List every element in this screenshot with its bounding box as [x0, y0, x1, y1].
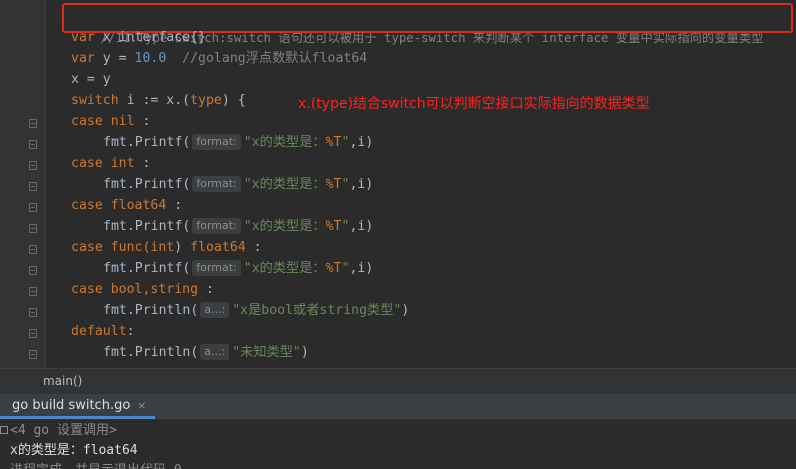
- param-hint: format:: [192, 134, 241, 150]
- code-line: switch i := x.(type) {: [71, 93, 246, 108]
- param-hint: a...:: [200, 302, 230, 318]
- code-line: case nil :: [71, 114, 151, 129]
- annotation-text: x.(type)结合switch可以判断空接口实际指向的数据类型: [298, 96, 650, 112]
- console-line: <4 go 设置调用>: [0, 421, 117, 441]
- expand-icon[interactable]: [0, 426, 8, 434]
- param-hint: format:: [192, 176, 241, 192]
- fold-marker-icon[interactable]: [29, 329, 37, 338]
- code-line: fmt.Printf(format: "x的类型是：%T",i): [103, 176, 374, 192]
- run-tab[interactable]: go build switch.go ×: [0, 394, 155, 419]
- code-line: var x interface{}: [71, 30, 206, 45]
- fold-marker-icon[interactable]: [29, 140, 37, 149]
- breadcrumb[interactable]: main(): [43, 374, 82, 388]
- param-hint: a...:: [200, 344, 230, 360]
- gutter-divider: [44, 0, 45, 368]
- run-tool-window-header: go build switch.go ×: [0, 394, 796, 420]
- code-line: case int :: [71, 156, 151, 171]
- close-icon[interactable]: ×: [137, 399, 146, 412]
- fold-marker-icon[interactable]: [29, 224, 37, 233]
- fold-marker-icon[interactable]: [29, 119, 37, 128]
- code-line: fmt.Printf(format: "x的类型是：%T",i): [103, 134, 374, 150]
- editor-gutter: [0, 0, 46, 368]
- code-line: case float64 :: [71, 198, 183, 213]
- console-line: 进程完成，并显示退出代码 0: [10, 461, 182, 469]
- fold-marker-icon[interactable]: [29, 266, 37, 275]
- fold-marker-icon[interactable]: [29, 182, 37, 191]
- breadcrumb-bar: main(): [0, 368, 796, 394]
- code-line: case func(int) float64 :: [71, 240, 262, 255]
- code-line: fmt.Printf(format: "x的类型是：%T",i): [103, 260, 374, 276]
- fold-marker-icon[interactable]: [29, 245, 37, 254]
- fold-marker-icon[interactable]: [29, 287, 37, 296]
- code-line: default:: [71, 324, 135, 339]
- param-hint: format:: [192, 218, 241, 234]
- console-line: x的类型是：float64: [10, 443, 138, 458]
- code-line: case bool,string :: [71, 282, 214, 297]
- code-editor[interactable]: //11.Type Switch:switch 语句还可以被用于 type-sw…: [0, 0, 796, 368]
- fold-marker-icon[interactable]: [29, 203, 37, 212]
- param-hint: format:: [192, 260, 241, 276]
- fold-marker-icon[interactable]: [29, 161, 37, 170]
- code-line: fmt.Printf(format: "x的类型是：%T",i): [103, 218, 374, 234]
- fold-marker-icon[interactable]: [29, 308, 37, 317]
- code-line: fmt.Println(a...: "x是bool或者string类型"): [103, 302, 410, 318]
- code-line: fmt.Println(a...: "未知类型"): [103, 344, 309, 360]
- run-tab-label: go build switch.go: [12, 398, 131, 413]
- run-console[interactable]: <4 go 设置调用> x的类型是：float64 进程完成，并显示退出代码 0: [0, 420, 796, 469]
- code-line: x = y: [71, 72, 111, 87]
- code-line: var y = 10.0 //golang浮点数默认float64: [71, 51, 368, 66]
- fold-marker-icon[interactable]: [29, 350, 37, 359]
